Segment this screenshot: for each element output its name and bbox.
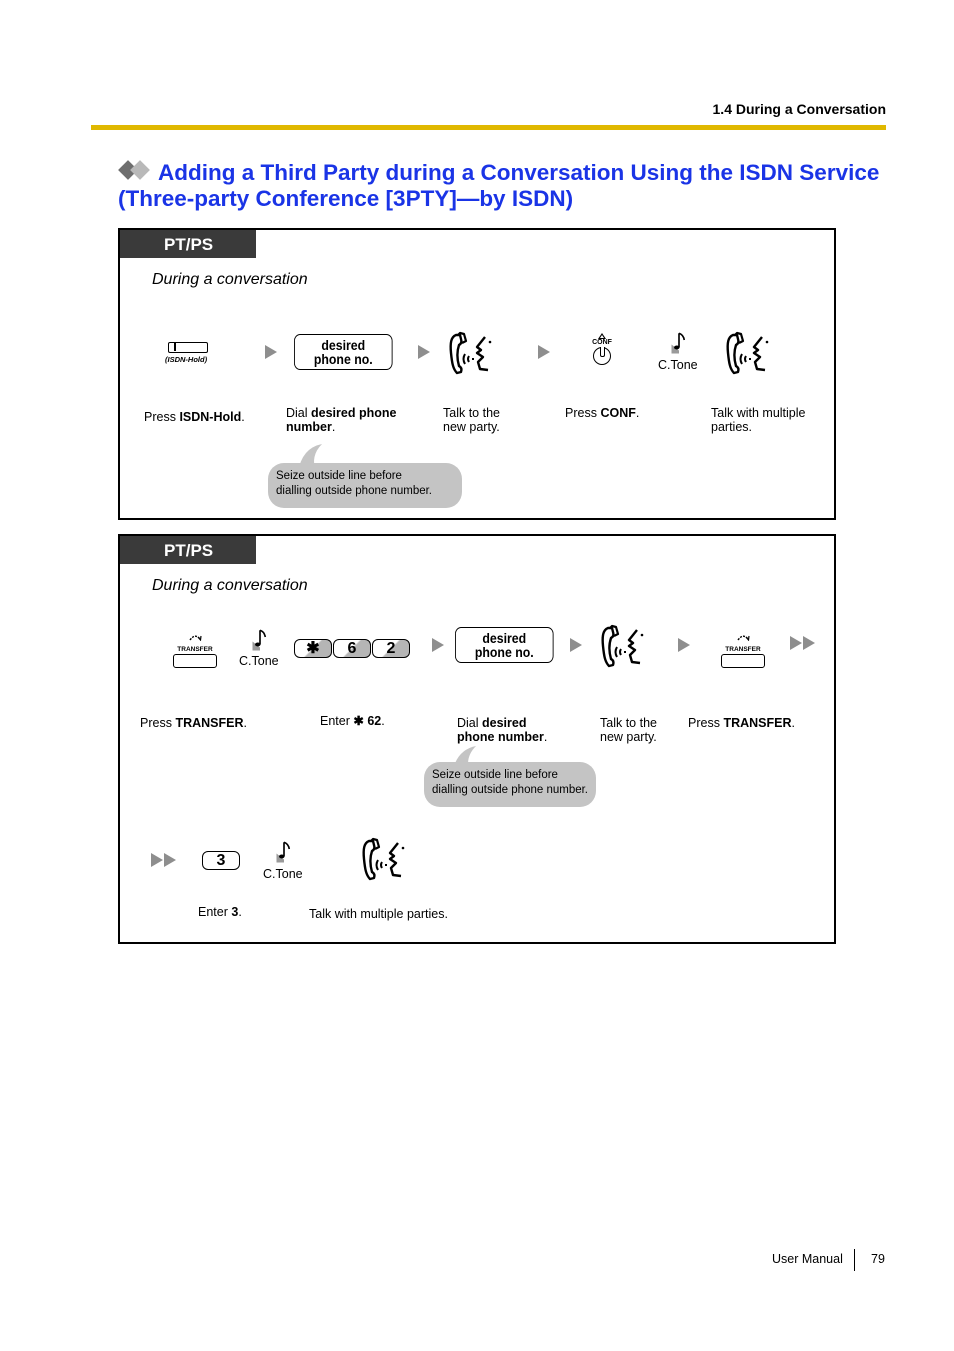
step-label-dial: Dial desired phone number. <box>286 406 397 434</box>
talk-icon <box>360 835 408 883</box>
key-2: 2 <box>372 639 410 658</box>
note-bubble: Seize outside line before dialling outsi… <box>268 463 462 508</box>
double-diamond-icon <box>118 160 154 181</box>
context-label: During a conversation <box>152 271 308 288</box>
desired-phone-number-box: desired phone no. <box>455 627 554 663</box>
step-label-talk: Talk to the new party. <box>443 406 500 434</box>
next-arrow-icon <box>570 638 582 652</box>
procedure-panel-2: PT/PS During a conversation TRANSFER Pre… <box>118 534 836 944</box>
key-star: ✱ <box>294 639 332 658</box>
transfer-button-icon: TRANSFER <box>172 628 218 668</box>
section-header: 1.4 During a Conversation <box>712 101 886 117</box>
footer-label: User Manual <box>772 1252 843 1266</box>
conf-label: CONF <box>592 339 612 346</box>
next-arrow-icon <box>418 345 430 359</box>
step-label-talk: Talk to the new party. <box>600 716 657 744</box>
title-line-2: (Three-party Conference [3PTY]—by ISDN) <box>118 186 574 211</box>
next-arrow-icon <box>538 345 550 359</box>
step-label-dial: Dial desired phone number. <box>457 716 548 744</box>
step-label-transfer: Press TRANSFER. <box>688 716 795 730</box>
desired-phone-number-box: desired phone no. <box>294 334 393 370</box>
step-label-conf: Press CONF. <box>565 406 640 420</box>
ctone-label: C.Tone <box>239 654 279 668</box>
device-tag: PT/PS <box>120 536 256 564</box>
next-arrow-icon <box>678 638 690 652</box>
header-rule <box>91 125 886 130</box>
note-bubble: Seize outside line before dialling outsi… <box>424 762 596 807</box>
step-label-talk-multiple: Talk with multiple parties. <box>309 907 448 921</box>
box-line-1: desired <box>482 630 527 646</box>
key-6: 6 <box>333 639 371 658</box>
talk-icon <box>724 329 772 377</box>
procedure-panel-1: PT/PS During a conversation (ISDN-Hold) … <box>118 228 836 520</box>
note-line-1: Seize outside line before <box>432 769 558 781</box>
talk-icon <box>599 622 647 670</box>
step-label-talk-multiple: Talk with multiple parties. <box>711 406 806 434</box>
talk-icon <box>447 329 495 377</box>
continue-arrow-icon <box>790 636 815 650</box>
step-label-transfer: Press TRANSFER. <box>140 716 247 730</box>
continue-arrow-icon <box>151 853 176 867</box>
box-line-2: phone no. <box>313 351 373 367</box>
conf-button-icon: CONF <box>590 333 614 365</box>
isdn-hold-label: (ISDN-Hold) <box>165 355 208 364</box>
step-label-enter-3: Enter 3. <box>198 905 242 919</box>
transfer-button-icon: TRANSFER <box>720 628 766 668</box>
isdn-hold-button-icon <box>168 342 208 353</box>
ctone-label: C.Tone <box>658 358 698 372</box>
next-arrow-icon <box>432 638 444 652</box>
box-line-1: desired <box>321 337 366 353</box>
transfer-label: TRANSFER <box>177 646 213 653</box>
next-arrow-icon <box>265 345 277 359</box>
page-number: 79 <box>871 1252 885 1266</box>
title-line-1: Adding a Third Party during a Conversati… <box>158 160 880 185</box>
confirmation-tone-icon <box>670 331 688 355</box>
device-tag: PT/PS <box>120 230 256 258</box>
confirmation-tone-icon <box>251 628 269 652</box>
footer-divider <box>854 1249 855 1271</box>
key-3: 3 <box>202 851 240 870</box>
note-line-1: Seize outside line before <box>276 470 402 482</box>
note-line-2: dialling outside phone number. <box>276 485 433 497</box>
page-title: Adding a Third Party during a Conversati… <box>118 160 879 212</box>
transfer-label: TRANSFER <box>725 646 761 653</box>
box-line-2: phone no. <box>474 644 534 660</box>
note-line-2: dialling outside phone number. <box>432 784 589 796</box>
step-label-enter-star-62: Enter ✱ 62. <box>320 714 385 728</box>
context-label: During a conversation <box>152 577 308 594</box>
step-label-isdn-hold: Press ISDN-Hold. <box>144 410 245 424</box>
confirmation-tone-icon <box>275 840 293 864</box>
ctone-label: C.Tone <box>263 867 303 881</box>
